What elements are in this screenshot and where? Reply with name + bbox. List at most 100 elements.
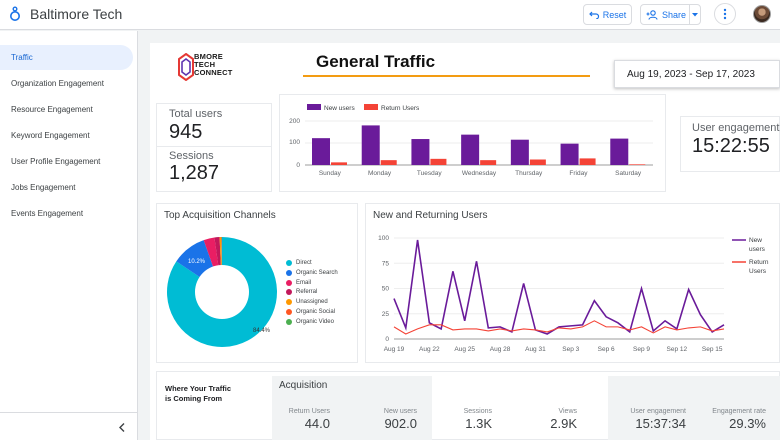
sidebar-item-jobs-engagement[interactable]: Jobs Engagement — [0, 175, 133, 200]
reset-label: Reset — [602, 9, 627, 20]
logo-mark-icon — [178, 53, 194, 81]
more-options-button[interactable] — [714, 3, 736, 25]
acq-stat-label: User engagement — [630, 408, 686, 415]
bar-category-label: Tuesday — [417, 170, 442, 177]
acq-stat-label: Sessions — [463, 408, 492, 415]
acq-stat-label: Return Users — [288, 408, 330, 415]
sidebar-item-events-engagement[interactable]: Events Engagement — [0, 201, 133, 226]
slice-label-direct: 84.4% — [253, 328, 271, 334]
line-xtick: Sep 9 — [633, 346, 650, 353]
bar-new-users[interactable] — [461, 134, 480, 165]
legend-dot — [286, 309, 292, 315]
legend-label: Referral — [296, 289, 318, 296]
metric-divider — [156, 146, 272, 147]
legend-label: Unassigned — [296, 299, 328, 306]
bar-new-users[interactable] — [312, 138, 330, 165]
bar-new-users[interactable] — [510, 139, 529, 165]
acq-stat-label: Engagement rate — [712, 408, 766, 415]
line-xtick: Sep 6 — [598, 346, 615, 353]
legend-label: Organic Search — [296, 269, 338, 276]
legend-label: Organic Social — [296, 309, 336, 315]
bar-category-label: Wednesday — [462, 170, 497, 177]
line-ytick: 25 — [382, 311, 390, 318]
line-xtick: Aug 22 — [419, 346, 440, 353]
bar-new-users[interactable] — [560, 143, 579, 165]
new-returning-users-title: New and Returning Users — [373, 210, 488, 221]
line-xtick: Aug 25 — [454, 346, 475, 353]
bar-return-users[interactable] — [331, 162, 347, 165]
user-avatar[interactable] — [753, 5, 771, 23]
bar-ytick-100: 100 — [289, 139, 300, 146]
user-engagement-label: User engagement — [692, 122, 780, 134]
bar-return-users[interactable] — [629, 164, 646, 165]
line-ytick: 0 — [385, 336, 389, 343]
line-ytick: 100 — [378, 235, 389, 242]
sidebar-item-organization-engagement[interactable]: Organization Engagement — [0, 71, 133, 96]
legend-label: Organic Video — [296, 318, 334, 325]
pie-legend-item: Email — [286, 279, 311, 286]
legend-swatch-new-users — [307, 104, 321, 110]
line-legend-return-2: Users — [749, 268, 767, 275]
bar-category-label: Saturday — [615, 170, 642, 177]
line-series-new-users[interactable] — [393, 239, 725, 335]
pie-legend-item: Organic Social — [286, 309, 335, 315]
line-legend-return-1: Return — [749, 259, 769, 266]
acq-stat-label: Views — [558, 408, 577, 415]
line-legend-new-1: New — [749, 237, 762, 244]
pie-legend-item: Organic Video — [286, 318, 334, 325]
share-dropdown[interactable] — [689, 5, 700, 24]
page-title: General Traffic — [316, 52, 436, 71]
legend-dot — [286, 299, 292, 306]
app-title: Baltimore Tech — [30, 6, 123, 22]
legend-label: Direct — [296, 260, 312, 266]
pie-legend-item: Referral — [286, 289, 318, 296]
share-main[interactable]: Share — [641, 5, 689, 24]
sidebar-item-resource-engagement[interactable]: Resource Engagement — [0, 97, 133, 122]
bar-new-users[interactable] — [361, 125, 380, 165]
bar-category-label: Friday — [569, 170, 588, 177]
collapse-sidebar-button[interactable] — [116, 421, 128, 433]
user-engagement-value: 15:22:55 — [692, 135, 770, 157]
share-button[interactable]: Share — [640, 4, 701, 25]
legend-return-users: Return Users — [381, 105, 420, 112]
line-ytick: 75 — [382, 260, 390, 267]
sidebar-footer — [0, 412, 138, 440]
line-xtick: Sep 12 — [667, 346, 688, 353]
sidebar: Traffic Organization Engagement Resource… — [0, 31, 138, 440]
bar-new-users[interactable] — [411, 139, 430, 165]
bar-ytick-0: 0 — [296, 162, 300, 169]
caret-down-icon — [692, 12, 699, 16]
sidebar-item-keyword-engagement[interactable]: Keyword Engagement — [0, 123, 133, 148]
acquisition-channels-title: Top Acquisition Channels — [164, 210, 276, 221]
weekday-bar-chart: New users Return Users 200 100 0 Sunday M… — [289, 104, 653, 177]
legend-dot — [286, 269, 292, 276]
acq-stat-value: 44.0 — [304, 416, 330, 431]
sidebar-item-traffic[interactable]: Traffic — [0, 45, 133, 70]
line-xtick: Sep 3 — [562, 346, 579, 353]
more-vert-icon — [723, 8, 727, 20]
sidebar-item-user-profile-engagement[interactable]: User Profile Engagement — [0, 149, 133, 174]
sessions-label: Sessions — [169, 150, 214, 162]
legend-swatch-return-users — [364, 104, 378, 110]
date-range-picker[interactable]: Aug 19, 2023 - Sep 17, 2023 — [614, 60, 780, 88]
donut-hole — [195, 265, 249, 319]
acquisition-donut-chart: 84.4% 10.2% — [167, 237, 277, 347]
acq-stat-value: 1.3K — [465, 416, 492, 431]
legend-new-users: New users — [324, 105, 355, 112]
new-returning-line-chart: 100 75 50 25 0 Aug 19 Aug 22 Aug 25 Aug 28 Aug 3… — [378, 235, 769, 353]
legend-dot — [286, 318, 292, 325]
legend-dot — [286, 289, 292, 296]
bar-return-users[interactable] — [480, 160, 497, 165]
add-person-icon — [646, 9, 658, 20]
bar-return-users[interactable] — [380, 160, 397, 165]
acq-stat-value: 2.9K — [550, 416, 577, 431]
line-ytick: 50 — [382, 286, 390, 293]
reset-button[interactable]: Reset — [583, 4, 632, 25]
line-xtick: Aug 31 — [525, 346, 546, 353]
bar-return-users[interactable] — [430, 158, 447, 165]
bar-ytick-200: 200 — [289, 118, 300, 125]
bar-return-users[interactable] — [579, 158, 596, 165]
line-xtick: Aug 28 — [490, 346, 511, 353]
bar-return-users[interactable] — [529, 159, 546, 166]
bar-new-users[interactable] — [610, 138, 629, 165]
